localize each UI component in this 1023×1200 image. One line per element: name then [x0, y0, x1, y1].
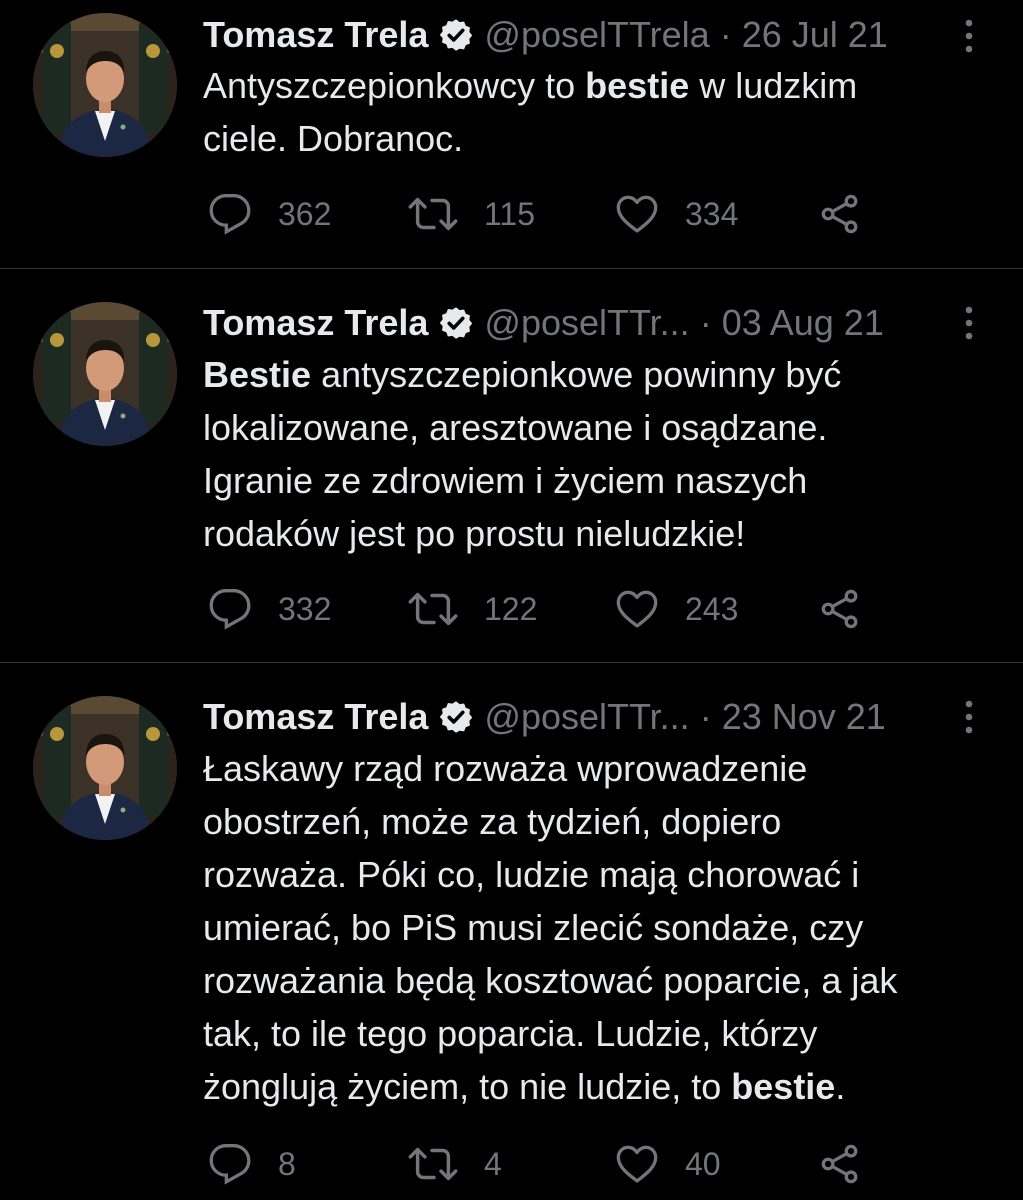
like-button[interactable]: 243 — [615, 585, 738, 633]
avatar[interactable] — [33, 696, 177, 840]
tweet[interactable]: Tomasz Trela @poselTTr... · 23 Nov 21 Ła… — [0, 663, 1023, 1200]
tweet[interactable]: Tomasz Trela @poselTTr... · 03 Aug 21 Be… — [0, 269, 1023, 662]
author-handle[interactable]: @poselTTr... — [484, 695, 689, 739]
retweet-icon — [408, 192, 458, 236]
reply-count: 8 — [278, 1145, 296, 1182]
reply-icon — [208, 587, 252, 631]
tweet-header: Tomasz Trela @poselTTrela · 26 Jul 21 — [203, 13, 888, 57]
retweet-button[interactable]: 115 — [408, 190, 535, 238]
share-icon — [818, 587, 862, 631]
tweet-actions: 332 122 243 — [208, 585, 908, 633]
author-handle[interactable]: @poselTTrela — [484, 13, 709, 57]
like-button[interactable]: 334 — [615, 190, 738, 238]
retweet-count: 122 — [484, 590, 538, 627]
tweet-text-run: . — [835, 1066, 846, 1107]
tweet-text-bold: bestie — [731, 1066, 836, 1107]
author-name[interactable]: Tomasz Trela — [203, 301, 428, 345]
avatar[interactable] — [33, 13, 177, 157]
tweet-actions: 362 115 334 — [208, 190, 908, 238]
reply-count: 362 — [278, 195, 332, 232]
tweet-text: Antyszczepionkowcy to bestie w ludzkim c… — [203, 59, 993, 165]
verified-badge-icon — [438, 305, 474, 341]
tweet-header: Tomasz Trela @poselTTr... · 23 Nov 21 — [203, 695, 886, 739]
tweet-text: Bestie antyszczepionkowe powinny być lok… — [203, 348, 993, 560]
tweet-text-run: Łaskawy rząd rozważa wprowadzenie obostr… — [203, 748, 898, 1107]
like-count: 243 — [685, 590, 739, 627]
share-icon — [818, 1142, 862, 1186]
verified-badge-icon — [438, 17, 474, 53]
heart-icon — [615, 587, 659, 631]
share-button[interactable] — [818, 190, 862, 238]
tweet-actions: 8 4 40 — [208, 1140, 908, 1188]
retweet-button[interactable]: 4 — [408, 1140, 502, 1188]
author-name[interactable]: Tomasz Trela — [203, 13, 428, 57]
retweet-button[interactable]: 122 — [408, 585, 537, 633]
tweet-text-run: Antyszczepionkowcy to — [203, 65, 586, 106]
separator-dot: · — [699, 696, 712, 737]
tweet-text-bold: Bestie — [203, 354, 312, 395]
separator-dot: · — [719, 14, 732, 55]
heart-icon — [615, 1142, 659, 1186]
tweet-date[interactable]: 23 Nov 21 — [722, 695, 886, 739]
tweet-text-bold: bestie — [585, 65, 690, 106]
reply-button[interactable]: 8 — [208, 1140, 296, 1188]
tweet-date[interactable]: 03 Aug 21 — [722, 301, 884, 345]
like-count: 40 — [685, 1145, 721, 1182]
heart-icon — [615, 192, 659, 236]
reply-button[interactable]: 332 — [208, 585, 331, 633]
retweet-count: 115 — [484, 195, 536, 232]
reply-icon — [208, 1142, 252, 1186]
tweet-text: Łaskawy rząd rozważa wprowadzenie obostr… — [203, 742, 993, 1113]
reply-button[interactable]: 362 — [208, 190, 331, 238]
avatar[interactable] — [33, 302, 177, 446]
retweet-count: 4 — [484, 1145, 502, 1182]
reply-count: 332 — [278, 590, 332, 627]
more-options-icon[interactable] — [958, 697, 980, 737]
separator-dot: · — [699, 302, 712, 343]
like-count: 334 — [685, 195, 739, 232]
share-button[interactable] — [818, 585, 862, 633]
author-handle[interactable]: @poselTTr... — [484, 301, 689, 345]
reply-icon — [208, 192, 252, 236]
retweet-icon — [408, 1142, 458, 1186]
more-options-icon[interactable] — [958, 303, 980, 343]
tweet[interactable]: Tomasz Trela @poselTTrela · 26 Jul 21 An… — [0, 0, 1023, 268]
tweet-date[interactable]: 26 Jul 21 — [742, 13, 888, 57]
tweet-header: Tomasz Trela @poselTTr... · 03 Aug 21 — [203, 301, 884, 345]
share-icon — [818, 192, 862, 236]
author-name[interactable]: Tomasz Trela — [203, 695, 428, 739]
verified-badge-icon — [438, 699, 474, 735]
retweet-icon — [408, 587, 458, 631]
more-options-icon[interactable] — [958, 16, 980, 56]
like-button[interactable]: 40 — [615, 1140, 721, 1188]
share-button[interactable] — [818, 1140, 862, 1188]
